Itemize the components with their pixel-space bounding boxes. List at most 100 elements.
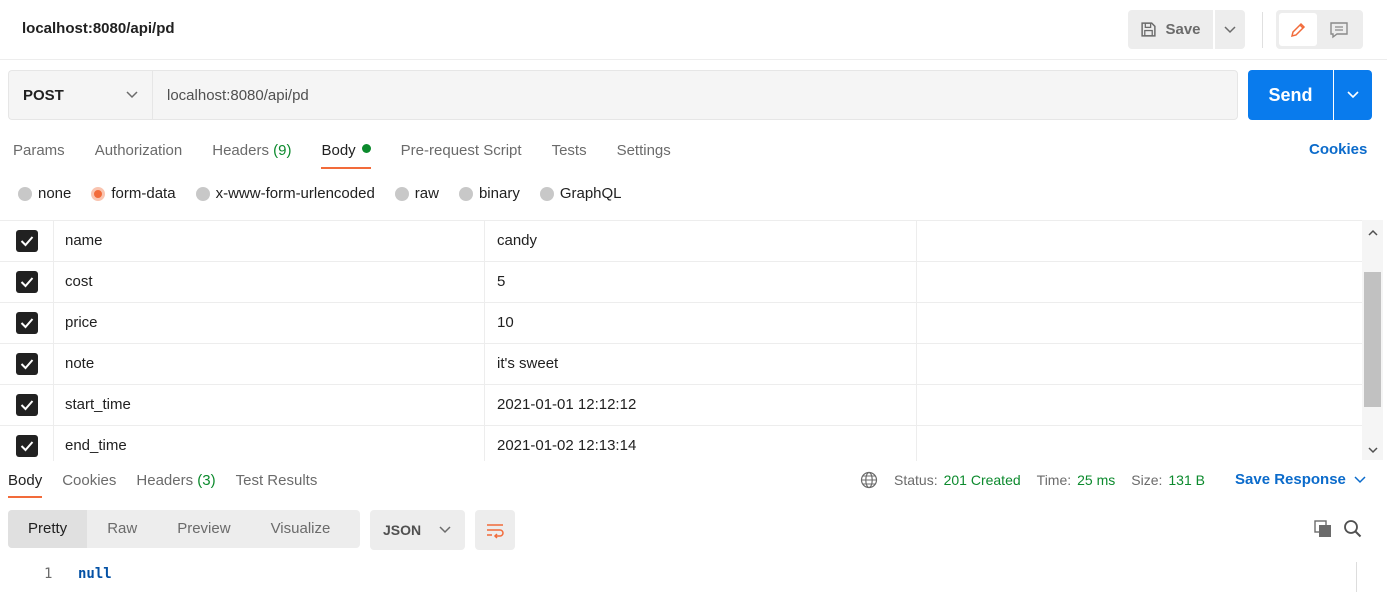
edit-mode-button[interactable] <box>1279 13 1317 46</box>
tab-label: Body <box>321 142 356 159</box>
scroll-down-button[interactable] <box>1364 442 1381 458</box>
row-checkbox[interactable] <box>15 312 38 334</box>
radio-raw[interactable]: raw <box>394 185 439 202</box>
checkmark-icon <box>20 400 33 411</box>
chevron-up-icon <box>1367 229 1378 236</box>
search-icon[interactable] <box>1343 519 1363 543</box>
radio-form-data[interactable]: form-data <box>91 185 176 202</box>
response-tab-test-results[interactable]: Test Results <box>236 470 318 500</box>
view-raw-button[interactable]: Raw <box>87 510 157 548</box>
form-key-cell[interactable]: price <box>53 303 485 343</box>
row-checkbox[interactable] <box>15 271 38 293</box>
code-scrollbar[interactable] <box>1356 562 1357 592</box>
status-label: Status: <box>894 472 938 488</box>
tab-label: Settings <box>616 142 671 159</box>
time-value[interactable]: 25 ms <box>1077 472 1115 488</box>
tab-body[interactable]: Body <box>321 140 371 170</box>
scroll-up-button[interactable] <box>1364 224 1381 240</box>
line-number: 1 <box>44 566 53 582</box>
radio-label: none <box>38 185 72 202</box>
send-dropdown-button[interactable] <box>1334 70 1372 120</box>
save-response-button[interactable]: Save Response <box>1235 471 1366 488</box>
status-value[interactable]: 201 Created <box>944 472 1021 488</box>
tab-label: Pre-request Script <box>400 142 522 159</box>
form-key-cell[interactable]: end_time <box>53 426 485 461</box>
tab-authorization[interactable]: Authorization <box>95 140 183 170</box>
row-checkbox-cell <box>0 344 54 384</box>
view-visualize-button[interactable]: Visualize <box>251 510 351 548</box>
body-indicator-dot <box>361 144 371 153</box>
row-checkbox[interactable] <box>15 353 38 375</box>
radio-dot <box>394 186 409 201</box>
response-headers-count: (3) <box>197 472 216 489</box>
row-checkbox[interactable] <box>15 435 38 457</box>
table-row: name candy <box>0 221 1362 262</box>
request-title[interactable]: localhost:8080/api/pd <box>22 20 175 37</box>
form-key-cell[interactable]: cost <box>53 262 485 302</box>
tab-params[interactable]: Params <box>13 140 65 170</box>
table-row: end_time 2021-01-02 12:13:14 <box>0 426 1362 461</box>
comment-icon <box>1330 21 1348 38</box>
radio-binary[interactable]: binary <box>458 185 520 202</box>
view-pretty-button[interactable]: Pretty <box>8 510 88 548</box>
response-body-code[interactable]: null <box>78 566 112 582</box>
checkmark-icon <box>20 318 33 329</box>
row-checkbox-cell <box>0 221 54 261</box>
size-value[interactable]: 131 B <box>1168 472 1205 488</box>
view-preview-button[interactable]: Preview <box>157 510 250 548</box>
save-button[interactable]: Save <box>1128 10 1213 49</box>
radio-none[interactable]: none <box>18 185 71 202</box>
request-tabs: Params Authorization Headers (9) Body Pr… <box>13 140 701 172</box>
url-input[interactable]: localhost:8080/api/pd <box>152 70 1238 120</box>
send-button[interactable]: Send <box>1248 70 1333 120</box>
response-tab-body[interactable]: Body <box>8 470 43 500</box>
form-value-cell[interactable]: 10 <box>485 303 917 343</box>
response-status-area: Status: 201 Created Time: 25 ms Size: 131 B <box>860 471 1221 489</box>
response-tab-cookies[interactable]: Cookies <box>62 470 116 500</box>
response-format-select[interactable]: JSON <box>370 510 465 550</box>
form-value-cell[interactable]: it's sweet <box>485 344 917 384</box>
response-view-toggle: Pretty Raw Preview Visualize <box>8 510 360 548</box>
form-data-table: name candy cost 5 price 10 note it's swe… <box>0 220 1362 461</box>
form-value-cell[interactable]: 2021-01-01 12:12:12 <box>485 385 917 425</box>
table-scrollbar-thumb[interactable] <box>1364 272 1381 407</box>
save-dropdown-button[interactable] <box>1215 10 1245 49</box>
copy-icon[interactable] <box>1313 519 1333 543</box>
form-key-cell[interactable]: start_time <box>53 385 485 425</box>
response-tabs: Body Cookies Headers (3) Test Results <box>8 470 337 500</box>
wrap-lines-button[interactable] <box>475 510 515 550</box>
row-checkbox-cell <box>0 385 54 425</box>
http-method-select[interactable]: POST <box>8 70 152 120</box>
tab-label: Params <box>13 142 65 159</box>
form-value-cell[interactable]: 2021-01-02 12:13:14 <box>485 426 917 461</box>
comments-button[interactable] <box>1320 13 1358 46</box>
tab-tests[interactable]: Tests <box>552 140 587 170</box>
chevron-down-icon <box>1367 446 1378 453</box>
form-value-cell[interactable]: 5 <box>485 262 917 302</box>
table-row: note it's sweet <box>0 344 1362 385</box>
checkmark-icon <box>20 359 33 370</box>
radio-graphql[interactable]: GraphQL <box>539 185 622 202</box>
radio-label: binary <box>478 185 520 202</box>
row-checkbox[interactable] <box>15 394 38 416</box>
response-format-value: JSON <box>383 522 422 538</box>
chevron-down-icon <box>1354 475 1366 483</box>
radio-dot-selected <box>91 186 106 201</box>
row-checkbox[interactable] <box>15 230 38 252</box>
tab-pre-request-script[interactable]: Pre-request Script <box>401 140 522 170</box>
form-key-cell[interactable]: note <box>53 344 485 384</box>
radio-label: x-www-form-urlencoded <box>215 185 375 202</box>
form-key-cell[interactable]: name <box>53 221 485 261</box>
row-checkbox-cell <box>0 303 54 343</box>
response-tab-headers[interactable]: Headers (3) <box>136 470 215 500</box>
globe-icon[interactable] <box>860 471 878 489</box>
tab-headers[interactable]: Headers (9) <box>212 140 291 170</box>
form-value-cell[interactable]: candy <box>485 221 917 261</box>
floppy-disk-icon <box>1141 22 1157 37</box>
cookies-link[interactable]: Cookies <box>1309 141 1367 158</box>
checkmark-icon <box>20 441 33 452</box>
tab-settings[interactable]: Settings <box>617 140 671 170</box>
tab-label: Body <box>8 472 43 489</box>
radio-x-www-form-urlencoded[interactable]: x-www-form-urlencoded <box>195 185 375 202</box>
chevron-down-icon <box>126 91 138 99</box>
